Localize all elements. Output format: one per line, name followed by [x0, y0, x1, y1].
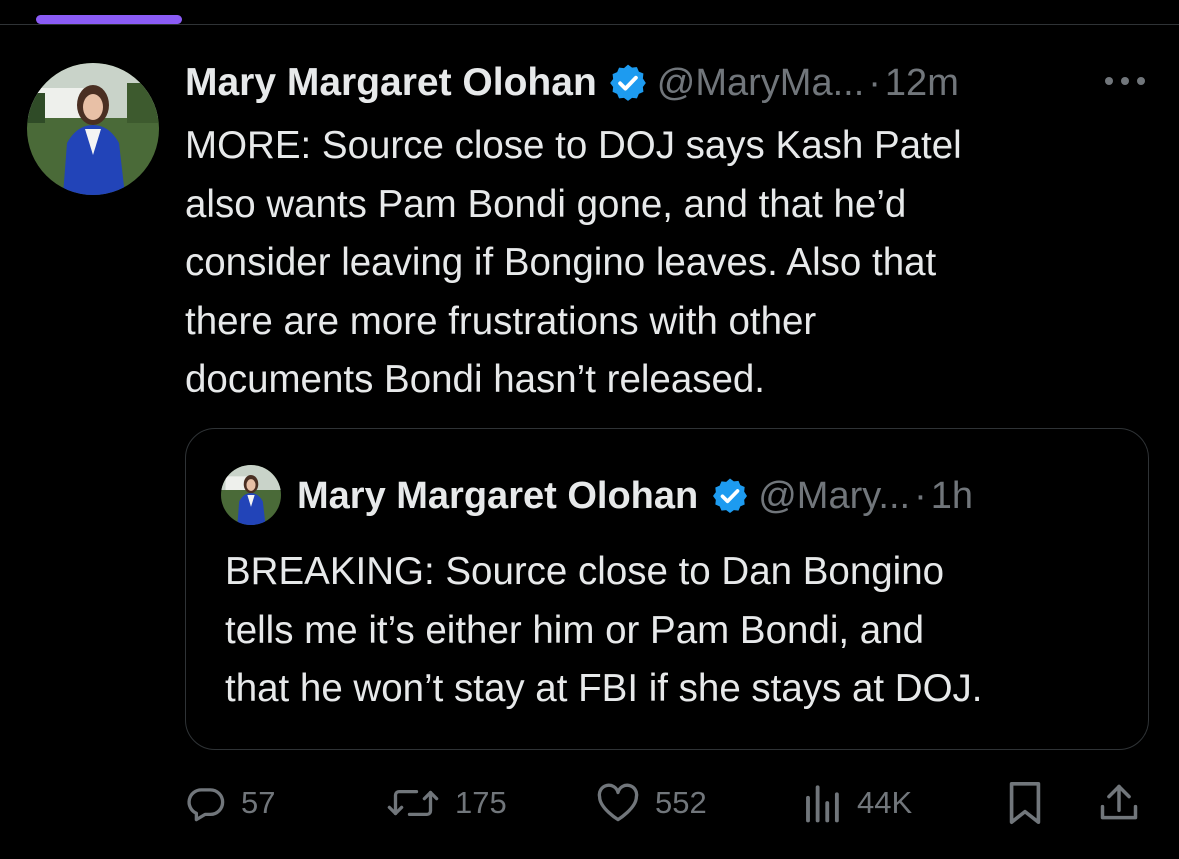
quoted-author-handle: @Mary... [758, 474, 911, 517]
quoted-author-name[interactable]: Mary Margaret Olohan [297, 475, 698, 518]
separator-dot: · [914, 474, 927, 517]
author-name[interactable]: Mary Margaret Olohan [185, 61, 597, 105]
post-body-line: MORE: Source close to DOJ says Kash Pate… [185, 124, 962, 167]
like-count: 552 [655, 785, 707, 820]
post-header: Mary Margaret Olohan @MaryMa... · 12m [185, 60, 959, 106]
views-button[interactable]: 44K [801, 778, 912, 828]
heart-icon [597, 783, 639, 822]
post-body-line: consider leaving if Bongino leaves. Also… [185, 241, 937, 284]
bookmark-button[interactable] [1005, 778, 1045, 828]
reply-icon [187, 788, 225, 822]
post-body-line: documents Bondi hasn’t released. [185, 358, 766, 401]
action-bar: 57 175 552 44K [185, 778, 1149, 828]
quoted-body-line: tells me it’s either him or Pam Bondi, a… [225, 608, 925, 652]
author-handle[interactable]: @MaryMa... [657, 62, 864, 105]
quoted-author-avatar[interactable] [221, 465, 281, 525]
like-button[interactable]: 552 [595, 778, 707, 828]
more-options-icon[interactable] [1100, 66, 1150, 96]
repost-button[interactable]: 175 [385, 778, 507, 828]
post-body-line: there are more frustrations with other [185, 299, 817, 343]
repost-icon [387, 789, 439, 817]
quoted-post-header: Mary Margaret Olohan @Mary... · 1h [297, 473, 973, 519]
reply-button[interactable]: 57 [185, 778, 275, 828]
top-divider [0, 24, 1179, 25]
separator-dot: · [868, 61, 881, 104]
views-count: 44K [857, 785, 913, 820]
post-body-line: also wants Pam Bondi gone, and that he’d [185, 182, 907, 226]
verified-badge-icon [713, 478, 748, 513]
post-body: MORE: Source close to DOJ says Kash Pate… [185, 117, 1135, 410]
quoted-post-body: BREAKING: Source close to Dan Bongino te… [225, 543, 1125, 719]
quoted-post-card[interactable]: Mary Margaret Olohan @Mary... · 1h BREAK… [185, 428, 1149, 750]
views-icon [806, 785, 839, 823]
quoted-post-timestamp: 1h [930, 474, 974, 517]
author-avatar[interactable] [27, 63, 159, 195]
quoted-body-line: BREAKING: Source close to Dan Bongino [225, 550, 945, 593]
reply-count: 57 [241, 785, 276, 820]
post-timestamp[interactable]: 12m [885, 62, 959, 105]
bookmark-icon [1009, 782, 1041, 824]
share-button[interactable] [1097, 778, 1141, 828]
tab-indicator [36, 15, 182, 24]
repost-count: 175 [455, 785, 507, 820]
quoted-body-line: that he won’t stay at FBI if she stays a… [225, 667, 983, 710]
share-icon [1100, 784, 1138, 820]
verified-badge-icon[interactable] [607, 62, 649, 104]
